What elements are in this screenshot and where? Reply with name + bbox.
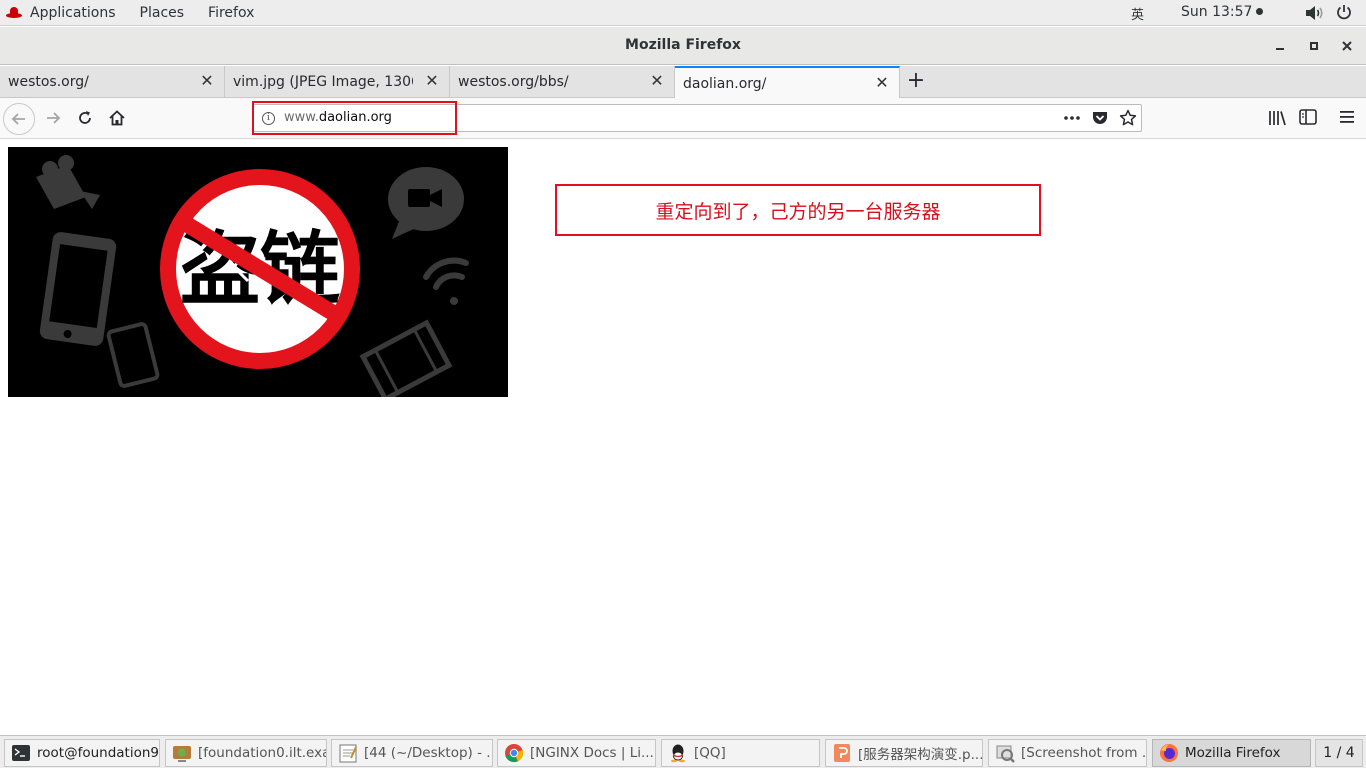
tab-strip: westos.org/ ✕ vim.jpg (JPEG Image, 1306 … [0,66,1366,99]
tab-label: daolian.org/ [683,75,767,92]
tab-label: westos.org/ [8,74,89,90]
task-label: root@foundation9:~ [37,745,159,761]
back-button[interactable] [3,103,35,135]
tab-close-icon[interactable]: ✕ [875,75,889,91]
task-wps-presentation[interactable]: [服务器架构演变.p... [825,739,983,767]
redirect-annotation: 重定向到了，己方的另一台服务器 [555,184,1041,236]
tab-daolian[interactable]: daolian.org/ ✕ [675,66,900,99]
close-window-button[interactable] [1336,35,1358,57]
task-remote-viewer[interactable]: [foundation0.ilt.exa... [165,739,327,767]
input-method-indicator[interactable]: 英 [1131,4,1144,23]
task-label: [QQ] [694,745,726,761]
navigation-toolbar: i www.daolian.org [0,98,1366,139]
firefox-app-menu[interactable]: Firefox [196,0,266,26]
task-label: [foundation0.ilt.exa... [198,745,326,761]
tab-vim-jpg[interactable]: vim.jpg (JPEG Image, 1306 × ✕ [225,66,450,98]
forward-button[interactable] [41,106,65,130]
task-qq[interactable]: [QQ] [661,739,820,767]
sidebar-toggle-icon[interactable] [1299,109,1317,125]
annotation-text: 重定向到了，己方的另一台服务器 [655,200,941,223]
page-content: 盗链 重定向到了，己方的另一台服务器 [0,139,1366,735]
reload-button[interactable] [73,106,97,130]
task-text-editor[interactable]: [44 (~/Desktop) - ... [331,739,493,767]
no-hotlinking-image: 盗链 [8,147,508,397]
url-highlight-box [252,101,457,135]
tab-close-icon[interactable]: ✕ [650,73,664,89]
task-label: [44 (~/Desktop) - ... [364,745,493,761]
maximize-button[interactable] [1303,35,1325,57]
workspace-indicator[interactable]: 1 / 4 [1315,739,1363,767]
close-icon [1342,41,1352,51]
task-terminal[interactable]: root@foundation9:~ [4,739,160,767]
firefox-app-label: Firefox [208,4,255,21]
back-arrow-icon [11,113,25,125]
volume-icon[interactable] [1305,5,1325,21]
hamburger-menu-icon[interactable] [1339,110,1355,124]
task-firefox[interactable]: Mozilla Firefox [1152,739,1311,767]
maximize-icon [1310,42,1318,50]
new-tab-button[interactable]: + [904,70,928,94]
clock[interactable]: Sun 13:57 [1181,4,1264,20]
task-label: [服务器架构演变.p... [858,747,983,763]
remote-viewer-icon [172,743,192,763]
window-list-taskbar: root@foundation9:~ [foundation0.ilt.exa.… [0,735,1366,768]
pocket-icon[interactable] [1091,110,1109,127]
wps-presentation-icon [832,743,852,763]
tab-close-icon[interactable]: ✕ [425,73,439,89]
tab-westos-bbs[interactable]: westos.org/bbs/ ✕ [450,66,675,98]
task-label: Mozilla Firefox [1185,745,1281,761]
library-icon[interactable] [1267,109,1287,127]
home-button[interactable] [105,106,129,130]
image-viewer-icon [995,743,1015,763]
task-label: [NGINX Docs | Li... [530,745,654,761]
gnome-top-bar: Applications Places Firefox 英 Sun 13:57 [0,0,1366,26]
workspace-label: 1 / 4 [1323,745,1355,761]
forward-arrow-icon [47,112,61,124]
task-image-viewer[interactable]: [Screenshot from ... [988,739,1147,767]
minimize-icon [1276,48,1284,50]
anti-hotlink-graphic: 盗链 [8,147,508,397]
home-icon [109,110,125,126]
chrome-icon [504,743,524,763]
clock-text: Sun 13:57 [1181,4,1253,20]
notification-dot-icon [1256,8,1264,15]
text-editor-icon [338,743,358,763]
places-label: Places [139,4,185,21]
applications-menu[interactable]: Applications [0,0,128,26]
terminal-icon [11,743,31,763]
tab-westos[interactable]: westos.org/ ✕ [0,66,225,98]
tab-label: vim.jpg (JPEG Image, 1306 × [233,74,413,90]
reload-icon [79,111,91,124]
qq-icon [668,743,688,763]
tab-close-icon[interactable]: ✕ [200,73,214,89]
places-menu[interactable]: Places [128,0,197,26]
window-title: Mozilla Firefox [625,37,741,53]
window-title-bar: Mozilla Firefox [0,27,1366,65]
redhat-logo-icon [6,7,22,18]
page-actions-icon[interactable] [1063,113,1081,123]
task-label: [Screenshot from ... [1021,745,1147,761]
applications-label: Applications [30,4,116,21]
task-chrome[interactable]: [NGINX Docs | Li... [497,739,656,767]
power-icon[interactable] [1336,4,1352,20]
minimize-button[interactable] [1269,35,1291,57]
firefox-icon [1159,743,1179,763]
tab-label: westos.org/bbs/ [458,74,569,90]
bookmark-star-icon[interactable] [1119,109,1137,127]
